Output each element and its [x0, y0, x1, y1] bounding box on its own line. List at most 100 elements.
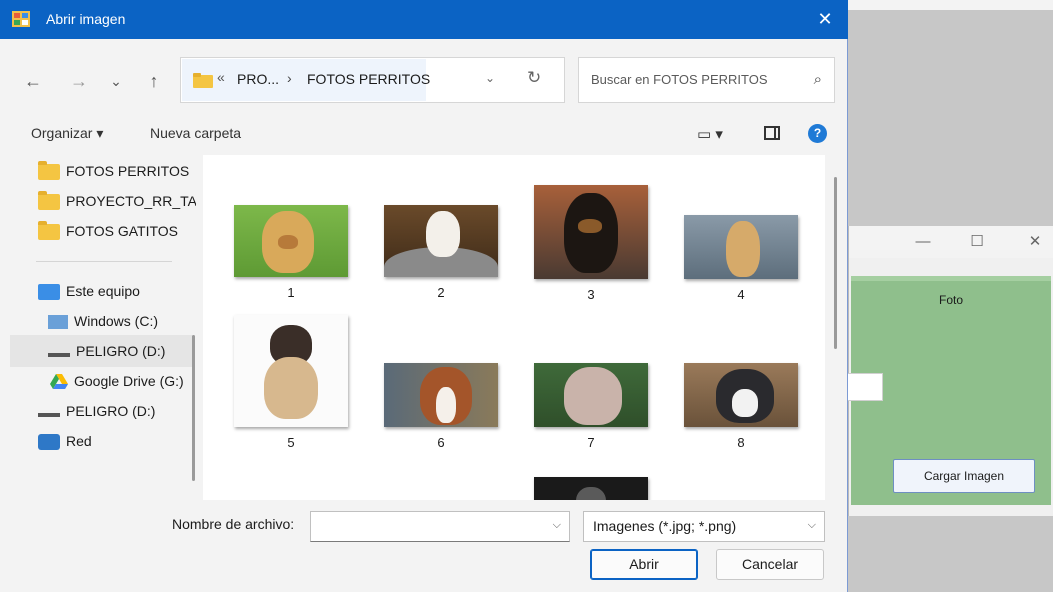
search-input[interactable]: Buscar en FOTOS PERRITOS [591, 72, 768, 87]
sidebar-item-label: Este equipo [66, 283, 140, 299]
thumbnail-image [534, 477, 648, 500]
navigation-pane: FOTOS PERRITOS PROYECTO_RR_TA FOTOS GATI… [0, 155, 203, 500]
view-options-icon[interactable]: ▭ ▾ [697, 125, 723, 143]
file-list: 1 2 3 4 5 6 7 8 [203, 155, 825, 500]
close-icon[interactable]: ✕ [812, 6, 838, 32]
sidebar-item-label: Windows (C:) [74, 313, 159, 329]
chevron-down-icon[interactable]: ⌵ [553, 519, 561, 532]
breadcrumb-separator[interactable]: › [287, 70, 292, 86]
thumbnail-image [684, 215, 798, 279]
file-thumbnail[interactable]: 7 [534, 363, 648, 450]
sidebar-item-label: Red [66, 433, 92, 449]
chevron-down-icon[interactable]: ⌵ [808, 519, 816, 532]
file-list-scrollbar[interactable] [834, 177, 837, 349]
file-name: 1 [287, 285, 295, 300]
cancel-button[interactable]: Cancelar [716, 549, 824, 580]
organize-menu[interactable]: Organizar ▾ [31, 125, 103, 142]
load-image-button[interactable]: Cargar Imagen [893, 459, 1035, 493]
file-thumbnail[interactable]: 5 [234, 315, 348, 450]
file-thumbnail[interactable]: 6 [384, 363, 498, 450]
file-thumbnail[interactable]: 8 [684, 363, 798, 450]
chevron-down-icon[interactable]: ⌄ [485, 71, 495, 85]
drive-icon [38, 413, 60, 418]
folder-icon [38, 191, 60, 211]
open-button[interactable]: Abrir [590, 549, 698, 580]
thumbnail-image [534, 185, 648, 279]
dialog-titlebar: Abrir imagen ✕ [0, 0, 848, 39]
preview-pane-icon[interactable] [764, 126, 780, 140]
forward-icon[interactable]: → [64, 64, 94, 98]
file-thumbnail[interactable]: 3 [534, 185, 648, 302]
file-type-select[interactable]: Imagenes (*.jpg; *.png) ⌵ [583, 511, 825, 542]
refresh-icon[interactable]: ↻ [527, 68, 541, 88]
background-window-strip [848, 0, 1053, 10]
background-window: — ☐ ✕ Foto Cargar Imagen [847, 226, 1053, 516]
close-icon[interactable]: ✕ [1025, 232, 1045, 252]
sidebar-item-peligro-d-2[interactable]: PELIGRO (D:) [38, 397, 218, 425]
sidebar-item-este-equipo[interactable]: Este equipo [38, 277, 218, 305]
search-icon[interactable]: ⌕ [814, 71, 822, 88]
sidebar-divider [36, 261, 172, 262]
filename-field[interactable]: ⌵ [310, 511, 570, 542]
thumbnail-image [384, 363, 498, 427]
file-name: 6 [437, 435, 445, 450]
background-titlebar: — ☐ ✕ [849, 226, 1053, 258]
sidebar-item-label: FOTOS GATITOS [66, 223, 179, 239]
minimize-icon[interactable]: — [913, 232, 933, 252]
background-textbox[interactable] [847, 373, 883, 401]
computer-icon [38, 284, 60, 301]
file-thumbnail[interactable]: 2 [384, 205, 498, 300]
sidebar-item-label: PROYECTO_RR_TA [66, 193, 196, 209]
recent-locations-icon[interactable]: ⌄ [101, 64, 131, 98]
sidebar-item-google-drive[interactable]: Google Drive (G:) [50, 367, 184, 395]
file-name: 7 [587, 435, 595, 450]
sidebar-item-label: PELIGRO (D:) [76, 343, 166, 359]
new-folder-button[interactable]: Nueva carpeta [150, 125, 241, 141]
thumbnail-image [534, 363, 648, 427]
file-thumbnail[interactable]: 4 [684, 215, 798, 302]
sidebar-item-windows-c[interactable]: Windows (C:) [48, 307, 228, 335]
filename-label: Nombre de archivo: [172, 516, 295, 532]
sidebar-item-red[interactable]: Red [38, 427, 218, 455]
file-thumbnail[interactable]: 1 [234, 205, 348, 300]
photo-group-label: Foto [938, 293, 963, 307]
windows-drive-icon [48, 315, 68, 330]
thumbnail-image [234, 205, 348, 277]
photo-groupbox: Foto Cargar Imagen [847, 276, 1051, 505]
thumbnail-image [384, 205, 498, 277]
breadcrumb-segment[interactable]: FOTOS PERRITOS [307, 71, 430, 87]
folder-icon [193, 73, 213, 88]
search-box[interactable]: Buscar en FOTOS PERRITOS ⌕ [578, 57, 835, 103]
address-overflow[interactable]: « [217, 69, 225, 85]
maximize-icon[interactable]: ☐ [967, 232, 987, 252]
drive-icon [48, 353, 70, 358]
file-name: 4 [737, 287, 745, 302]
file-thumbnail[interactable] [534, 477, 648, 500]
sidebar-item-proyecto[interactable]: PROYECTO_RR_TA [38, 187, 196, 215]
up-folder-icon[interactable]: ↑ [139, 64, 169, 98]
help-icon[interactable]: ? [808, 124, 827, 143]
folder-icon [38, 161, 60, 181]
back-icon[interactable]: ← [18, 64, 48, 98]
sidebar-item-label: PELIGRO (D:) [66, 403, 156, 419]
file-name: 2 [437, 285, 445, 300]
sidebar-item-label: Google Drive (G:) [74, 373, 184, 389]
network-icon [38, 434, 60, 451]
file-name: 3 [587, 287, 595, 302]
sidebar-item-peligro-d[interactable]: PELIGRO (D:) [48, 337, 228, 365]
file-name: 8 [737, 435, 745, 450]
address-bar[interactable]: « PRO... › FOTOS PERRITOS ⌄ ↻ [180, 57, 565, 103]
thumbnail-image [684, 363, 798, 427]
thumbnail-image [234, 315, 348, 427]
google-drive-icon [50, 374, 68, 390]
file-type-value: Imagenes (*.jpg; *.png) [593, 518, 737, 534]
breadcrumb-segment[interactable]: PRO... [237, 71, 279, 87]
sidebar-scrollbar[interactable] [192, 335, 195, 481]
open-file-dialog: Abrir imagen ✕ ← → ⌄ ↑ « PRO... › FOTOS … [0, 0, 848, 592]
sidebar-item-label: FOTOS PERRITOS [66, 163, 190, 179]
image-app-icon [12, 11, 30, 27]
folder-icon [38, 221, 60, 241]
sidebar-item-fotos-perritos[interactable]: FOTOS PERRITOS [38, 157, 218, 185]
file-name: 5 [287, 435, 295, 450]
sidebar-item-fotos-gatitos[interactable]: FOTOS GATITOS [38, 217, 218, 245]
